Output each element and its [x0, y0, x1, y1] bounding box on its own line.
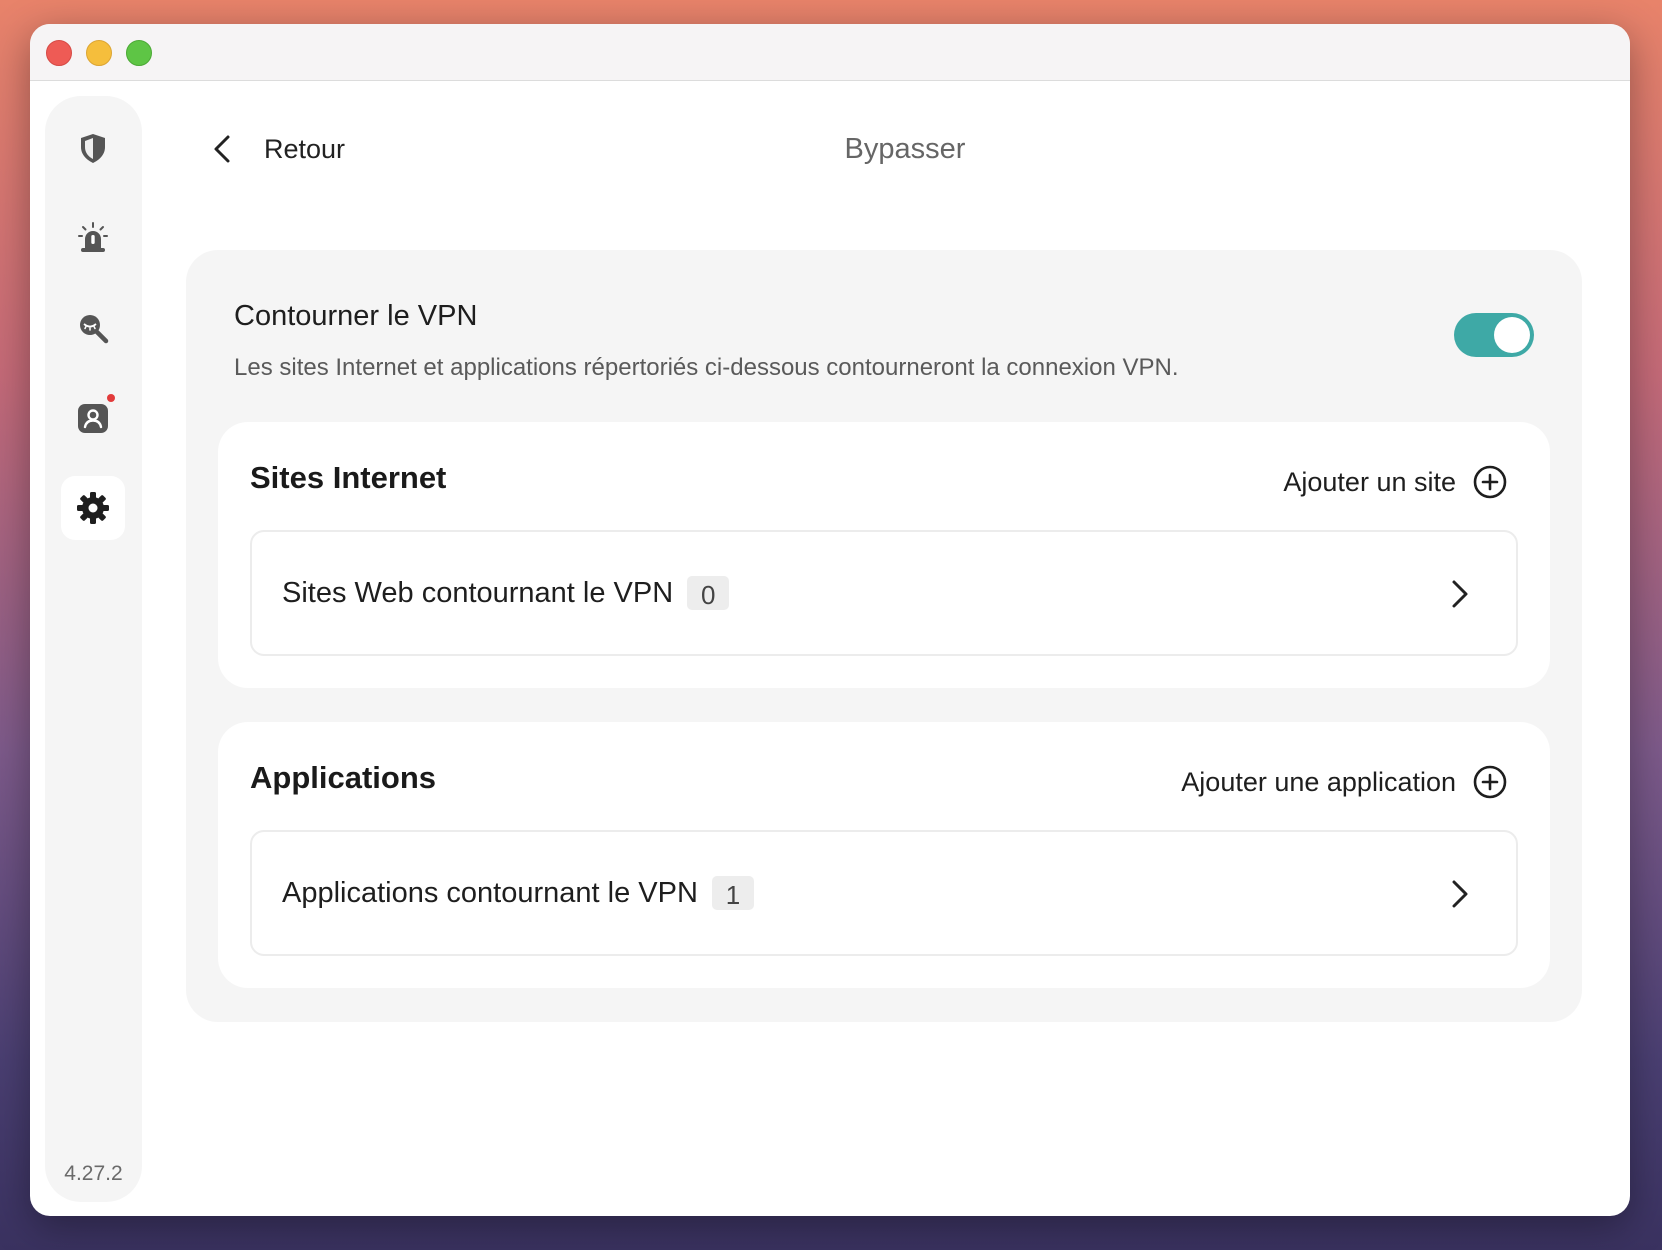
bypassed-websites-row[interactable]: Sites Web contournant le VPN 0 [250, 530, 1518, 656]
sidebar-item-protection[interactable] [61, 116, 125, 180]
applications-section: Applications Ajouter une application App… [218, 722, 1550, 988]
back-label: Retour [264, 133, 346, 164]
page-title: Bypasser [844, 133, 966, 165]
add-site-label: Ajouter un site [1283, 466, 1456, 497]
title-bar [30, 24, 1630, 81]
gear-icon [77, 492, 109, 524]
chevron-right-icon [1452, 580, 1468, 608]
notification-dot [107, 394, 115, 402]
app-version: 4.27.2 [64, 1162, 123, 1185]
sidebar: 4.27.2 [45, 96, 142, 1202]
account-icon [78, 404, 108, 433]
add-application-button[interactable]: Ajouter une application [1181, 762, 1508, 802]
sidebar-item-settings[interactable] [61, 476, 125, 540]
sidebar-item-account[interactable] [61, 386, 125, 450]
bypass-description: Les sites Internet et applications réper… [234, 354, 1179, 381]
add-application-label: Ajouter une application [1181, 766, 1456, 797]
toggle-knob [1494, 317, 1530, 353]
app-window: 4.27.2 Bypasser Retour Contourner le VPN… [30, 24, 1630, 1216]
bypass-title: Contourner le VPN [234, 300, 478, 332]
add-site-button[interactable]: Ajouter un site [1283, 462, 1508, 502]
chevron-left-icon [214, 135, 230, 163]
applications-count-badge: 1 [711, 876, 754, 910]
search-eye-icon [80, 315, 109, 344]
zoom-window-button[interactable] [126, 40, 152, 66]
back-button[interactable]: Retour [210, 124, 345, 174]
shield-icon [81, 134, 105, 163]
chevron-right-icon [1452, 880, 1468, 908]
alarm-icon [78, 222, 108, 252]
bypassed-websites-label-group: Sites Web contournant le VPN 0 [282, 532, 730, 654]
bypass-panel: Contourner le VPN Les sites Internet et … [186, 250, 1582, 1022]
minimize-window-button[interactable] [86, 40, 112, 66]
websites-section: Sites Internet Ajouter un site Sites Web… [218, 422, 1550, 688]
bypassed-applications-label: Applications contournant le VPN [282, 876, 698, 909]
sidebar-item-alerts[interactable] [61, 206, 125, 270]
plus-circle-icon [1473, 465, 1507, 499]
applications-section-title: Applications [250, 760, 437, 795]
bypassed-websites-label: Sites Web contournant le VPN [282, 576, 674, 609]
websites-section-title: Sites Internet [250, 460, 447, 495]
websites-count-badge: 0 [687, 576, 730, 610]
bypassed-applications-label-group: Applications contournant le VPN 1 [282, 832, 754, 954]
bypassed-applications-row[interactable]: Applications contournant le VPN 1 [250, 830, 1518, 956]
sidebar-item-privacy-scan[interactable] [61, 296, 125, 360]
bypass-toggle[interactable] [1454, 313, 1534, 357]
plus-circle-icon [1473, 765, 1507, 799]
page-header: Bypasser Retour [180, 124, 1590, 174]
close-window-button[interactable] [46, 40, 72, 66]
